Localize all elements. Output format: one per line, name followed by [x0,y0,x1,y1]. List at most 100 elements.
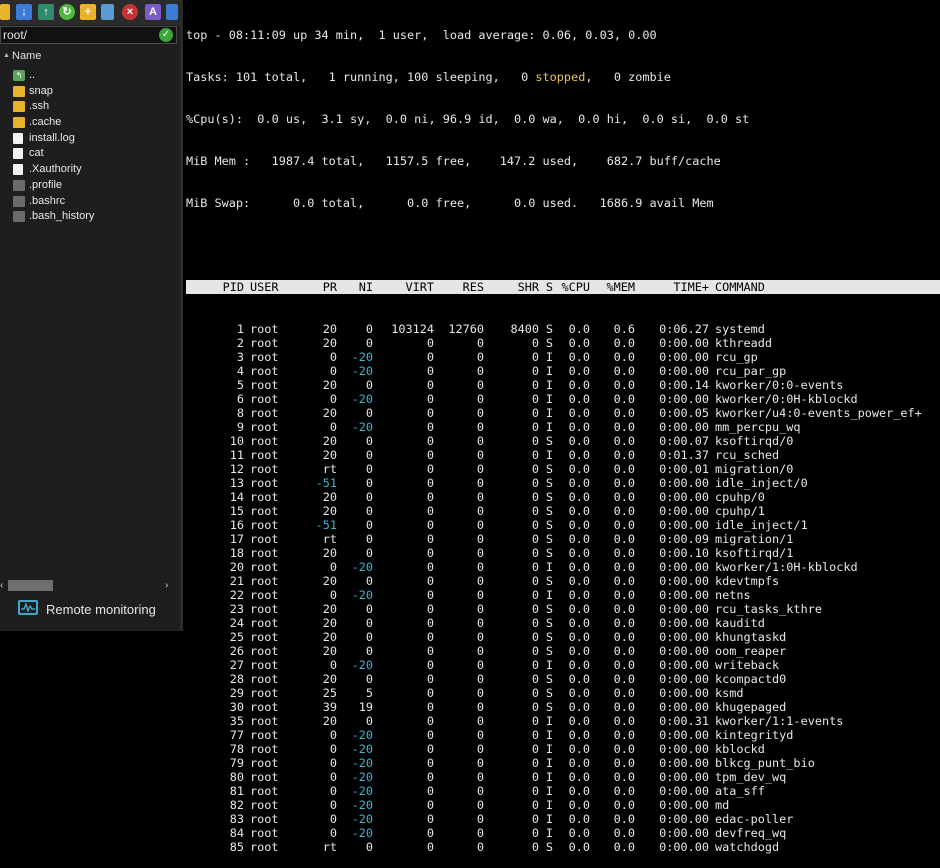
cell-ni: -20 [351,798,373,813]
cell-user: root [250,714,279,729]
cell-shr: 0 [531,728,539,743]
cell-cpu: 0.0 [568,462,590,477]
cell-mem: 0.0 [613,616,635,631]
sort-arrow-icon: ▲ [3,52,10,59]
cell-cpu: 0.0 [568,434,590,449]
cell-res: 0 [476,574,484,589]
file-list: ↰.. snap .ssh .cache install.log cat .Xauthori… [0,68,180,225]
settings-icon[interactable] [166,4,178,20]
cell-res: 0 [476,686,484,701]
cell-shr: 0 [531,574,539,589]
cell-pr: 20 [322,546,337,561]
cell-cpu: 0.0 [568,826,590,841]
file-item[interactable]: .profile [0,178,180,194]
cell-command: ksoftirqd/0 [715,434,794,449]
cell-res: 0 [476,504,484,519]
cell-state: I [545,756,553,771]
cell-virt: 0 [426,364,434,379]
cell-res: 0 [476,588,484,603]
file-item[interactable]: .cache [0,115,180,131]
process-row: 83 root 0 -20 0 0 0 I 0.0 0.0 0:00.00 edac-poller [186,812,940,826]
cell-state: S [545,616,553,631]
cell-time: 0:06.27 [659,322,709,337]
process-row: 79 root 0 -20 0 0 0 I 0.0 0.0 0:00.00 blkcg_punt_bi… [186,756,940,770]
file-item[interactable]: cat [0,146,180,162]
horizontal-scrollbar[interactable]: ‹ › [0,578,180,593]
file-name: .bash_history [29,210,95,223]
cell-user: root [250,672,279,687]
cell-pid: 8 [236,406,244,421]
cell-command: rcu_gp [715,350,758,365]
file-item[interactable]: .bash_history [0,209,180,225]
remote-monitoring-button[interactable]: Remote monitoring [0,597,180,623]
file-name: .profile [29,178,63,191]
cell-user: root [250,378,279,393]
cell-command: migration/1 [715,532,794,547]
column-res: RES [462,280,484,295]
upload-icon[interactable]: ↑ [38,4,54,20]
cell-command: kworker/1:0H-kblockd [715,560,858,575]
cell-pr: 20 [322,602,337,617]
column-virt: VIRT [405,280,434,295]
cell-command: kcompactd0 [715,672,787,687]
path-input[interactable]: root/ ✓ [0,26,177,44]
panel-divider[interactable] [180,0,183,631]
cell-shr: 0 [531,686,539,701]
download-icon[interactable]: ↓ [16,4,32,20]
cell-time: 0:00.01 [659,462,709,477]
cell-cpu: 0.0 [568,770,590,785]
file-item[interactable]: .Xauthority [0,162,180,178]
cell-res: 0 [476,476,484,491]
cell-shr: 0 [531,630,539,645]
cell-pr: 20 [322,630,337,645]
cell-mem: 0.0 [613,476,635,491]
cell-time: 0:00.00 [659,826,709,841]
scroll-left-icon[interactable]: ‹ [0,578,3,593]
file-toolbar: ↓ ↑ ↻ + × A [0,0,180,25]
cell-shr: 0 [531,518,539,533]
cell-state: S [545,672,553,687]
cell-res: 0 [476,714,484,729]
cell-ni: -20 [351,770,373,785]
cell-time: 0:00.00 [659,812,709,827]
cell-pr: 20 [322,448,337,463]
file-item[interactable]: .bashrc [0,194,180,210]
cell-shr: 0 [531,504,539,519]
cell-res: 0 [476,812,484,827]
file-item[interactable]: install.log [0,131,180,147]
cell-command: kworker/0:0H-kblockd [715,392,858,407]
new-folder-icon[interactable]: + [80,4,96,20]
cell-pid: 6 [236,392,244,407]
process-row: 9 root 0 -20 0 0 0 I 0.0 0.0 0:00.00 mm_percpu_wq [186,420,940,434]
cell-res: 0 [476,770,484,785]
scroll-right-icon[interactable]: › [165,578,168,593]
folder-icon[interactable] [0,4,10,20]
file-item[interactable]: snap [0,84,180,100]
cell-pr: 0 [329,364,337,379]
file-item[interactable]: .ssh [0,99,180,115]
cell-mem: 0.0 [613,560,635,575]
cell-pr: 0 [329,658,337,673]
cell-shr: 0 [531,364,539,379]
cell-mem: 0.0 [613,364,635,379]
cell-user: root [250,798,279,813]
rename-icon[interactable]: A [145,4,161,20]
file-item[interactable]: ↰.. [0,68,180,84]
cell-virt: 0 [426,448,434,463]
cell-command: kblockd [715,742,765,757]
delete-icon[interactable]: × [122,4,138,20]
file-column-header[interactable]: ▲ Name [0,48,180,64]
path-go-icon[interactable]: ✓ [159,28,173,42]
new-file-icon[interactable] [101,4,114,20]
cell-pid: 27 [229,658,244,673]
cell-mem: 0.0 [613,728,635,743]
terminal[interactable]: top - 08:11:09 up 34 min, 1 user, load a… [186,0,940,854]
cell-pr: 0 [329,770,337,785]
cell-command: devfreq_wq [715,826,787,841]
refresh-icon[interactable]: ↻ [59,4,75,20]
cell-pid: 17 [229,532,244,547]
scrollbar-thumb[interactable] [8,580,53,591]
cell-state: I [545,784,553,799]
cell-cpu: 0.0 [568,756,590,771]
cell-pr: -51 [315,476,337,491]
